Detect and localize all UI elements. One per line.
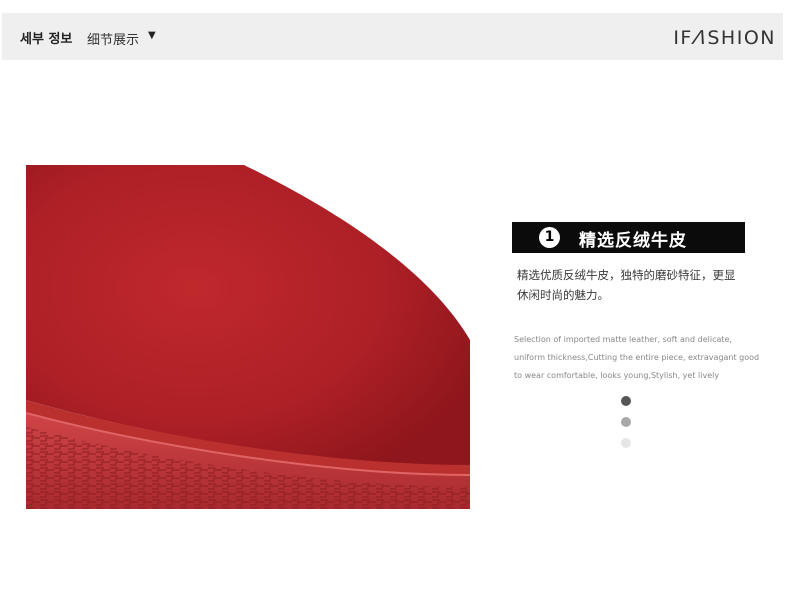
feature-title-bar: 1 精选反绒牛皮	[512, 222, 745, 253]
section-label-chinese: 细节展示	[87, 33, 140, 48]
feature-description-english: Selection of imported matte leather, sof…	[514, 331, 764, 385]
section-label-korean: 세부 정보	[20, 32, 73, 47]
description-en-line: uniform thickness,Cutting the entire pie…	[514, 353, 760, 362]
description-cn-line: 休闲时尚的魅力。	[517, 288, 609, 302]
pagination-dot-active[interactable]	[621, 396, 631, 406]
description-cn-line: 精选优质反绒牛皮，独特的磨砂特征，更显	[517, 268, 736, 282]
pagination-dot[interactable]	[621, 417, 631, 427]
dropdown-arrow-icon: ▼	[148, 30, 156, 41]
description-en-line: Selection of imported matte leather, sof…	[514, 335, 732, 344]
feature-number-badge: 1	[539, 227, 560, 248]
feature-description-chinese: 精选优质反绒牛皮，独特的磨砂特征，更显 休闲时尚的魅力。	[517, 265, 757, 305]
brand-logo: IFΛSHION	[673, 27, 776, 49]
pagination-dot[interactable]	[621, 438, 631, 448]
top-header-bar: 세부 정보 细节展示 ▼ IFΛSHION	[2, 13, 783, 60]
feature-title: 精选反绒牛皮	[579, 231, 687, 251]
product-detail-photo	[26, 165, 470, 509]
description-en-line: to wear comfortable, looks young,Stylish…	[514, 371, 720, 380]
